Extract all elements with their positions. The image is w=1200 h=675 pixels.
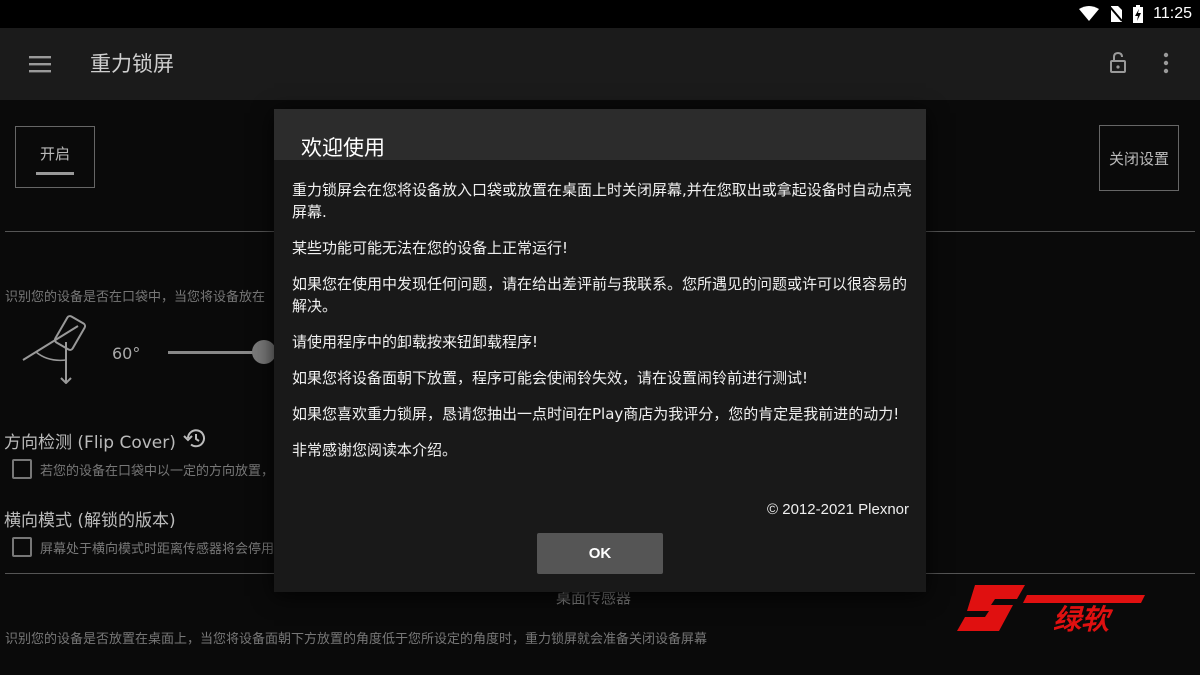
flip-cover-title: 方向检测 (Flip Cover) xyxy=(4,433,176,453)
status-bar: 11:25 xyxy=(0,0,1200,28)
more-vert-icon[interactable] xyxy=(1156,52,1176,74)
dialog-title: 欢迎使用 xyxy=(301,136,385,160)
watermark-text: 绿软 xyxy=(1053,603,1114,635)
menu-icon[interactable] xyxy=(28,52,52,76)
dialog-body: 重力锁屏会在您将设备放入口袋或放置在桌面上时关闭屏幕,并在您取出或拿起设备时自动… xyxy=(292,179,914,475)
pocket-description: 识别您的设备是否在口袋中，当您将设备放在 xyxy=(5,290,266,305)
desk-description: 识别您的设备是否放置在桌面上，当您将设备面朝下方放置的角度低于您所设定的角度时，… xyxy=(5,632,708,647)
dialog-paragraph: 如果您在使用中发现任何问题，请在给出差评前与我联系。您所遇见的问题或许可以很容易… xyxy=(292,275,908,315)
toggle-indicator xyxy=(36,172,74,175)
landscape-mode-description: 屏幕处于横向模式时距离传感器将会停用 xyxy=(40,542,275,557)
lock-open-icon[interactable] xyxy=(1108,52,1128,74)
flip-cover-description: 若您的设备在口袋中以一定的方向放置， xyxy=(40,464,275,479)
dialog-paragraph: 如果您喜欢重力锁屏，恳请您抽出一点时间在Play商店为我评分，您的肯定是我前进的… xyxy=(292,405,900,423)
welcome-dialog: 欢迎使用 重力锁屏会在您将设备放入口袋或放置在桌面上时关闭屏幕,并在您取出或拿起… xyxy=(274,109,926,592)
restore-icon[interactable] xyxy=(183,426,207,450)
angle-value: 60° xyxy=(112,344,141,363)
dialog-paragraph: 非常感谢您阅读本介绍。 xyxy=(292,441,458,459)
phone-angle-icon xyxy=(22,315,87,384)
watermark-logo: 绿软 xyxy=(957,585,1145,635)
landscape-mode-title: 横向模式 (解锁的版本) xyxy=(4,511,176,531)
battery-charging-icon xyxy=(1133,5,1144,23)
enable-toggle-button[interactable]: 开启 xyxy=(15,126,95,188)
dialog-copyright: © 2012-2021 Plexnor xyxy=(767,501,909,518)
dialog-paragraph: 重力锁屏会在您将设备放入口袋或放置在桌面上时关闭屏幕,并在您取出或拿起设备时自动… xyxy=(292,181,912,221)
dialog-paragraph: 请使用程序中的卸载按来钮卸载程序! xyxy=(292,333,539,351)
no-sim-icon xyxy=(1109,6,1123,22)
app-title: 重力锁屏 xyxy=(90,52,174,76)
status-time: 11:25 xyxy=(1153,5,1192,22)
landscape-mode-checkbox[interactable] xyxy=(12,537,32,557)
dialog-paragraph: 如果您将设备面朝下放置，程序可能会使闹铃失效，请在设置闹铃前进行测试! xyxy=(292,369,809,387)
ok-button[interactable]: OK xyxy=(537,533,663,574)
status-icons: 11:25 xyxy=(1079,4,1192,24)
app-bar: 重力锁屏 xyxy=(0,28,1200,100)
close-settings-button[interactable]: 关闭设置 xyxy=(1099,125,1179,191)
dialog-paragraph: 某些功能可能无法在您的设备上正常运行! xyxy=(292,239,569,257)
wifi-icon xyxy=(1079,6,1100,21)
flip-cover-checkbox[interactable] xyxy=(12,459,32,479)
enable-toggle-label: 开启 xyxy=(39,144,70,163)
close-settings-label: 关闭设置 xyxy=(1108,149,1169,168)
angle-slider-thumb[interactable] xyxy=(252,340,276,364)
